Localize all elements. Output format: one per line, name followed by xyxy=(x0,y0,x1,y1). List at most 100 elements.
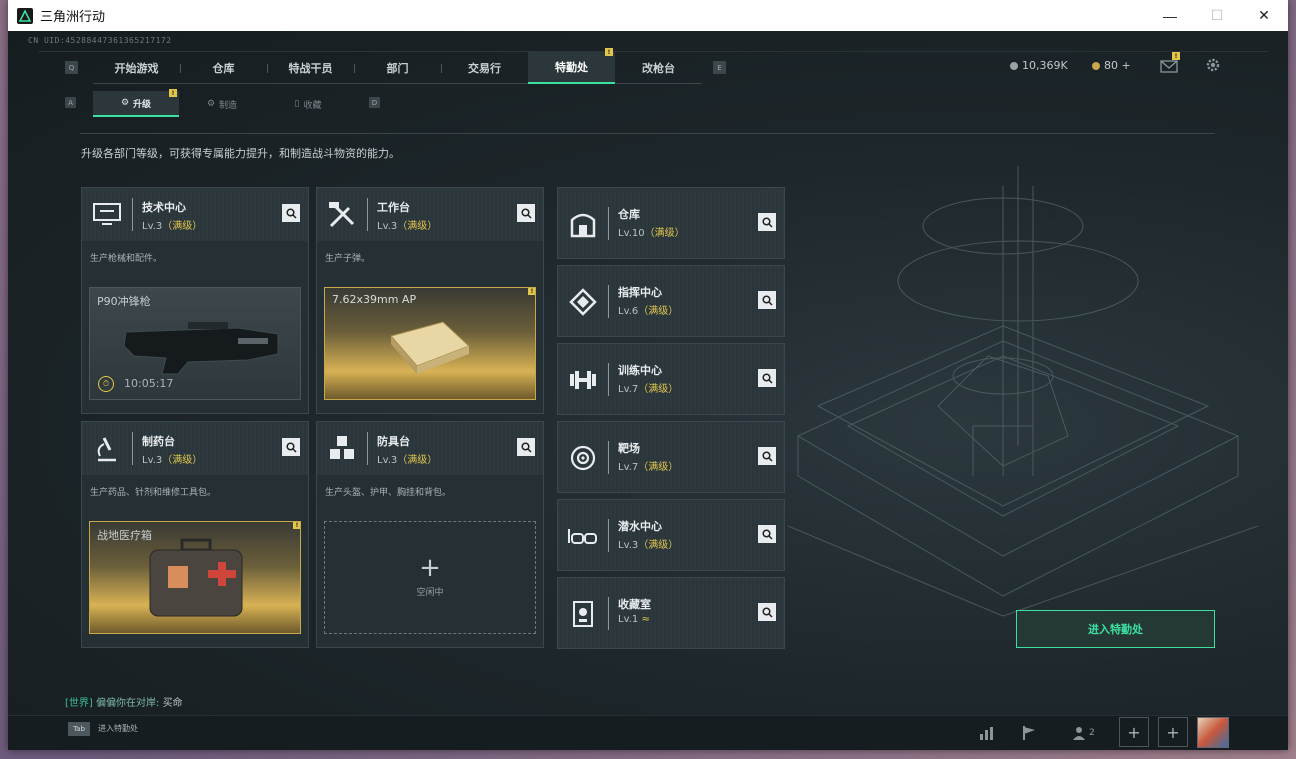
gear-icon[interactable] xyxy=(1205,57,1221,73)
mail-icon[interactable]: ! xyxy=(1160,52,1180,73)
workbench-icon xyxy=(325,198,359,232)
silver-coin-icon xyxy=(1010,61,1018,70)
card-title: 制药台 xyxy=(142,435,175,448)
enter-special-ops-button[interactable]: 进入特勤处 xyxy=(1016,610,1215,648)
close-button[interactable]: ✕ xyxy=(1241,0,1287,31)
card-title: 靶场 xyxy=(618,442,640,455)
card-level: Lv.1 ≈ xyxy=(618,614,650,625)
card-separator xyxy=(132,198,133,231)
add-party-slot-button[interactable]: + xyxy=(1119,717,1149,747)
tech-center-card[interactable]: 技术中心 Lv.3（满级） 生产枪械和配件。 P90冲锋枪 ⏱ 10:05:17 xyxy=(81,187,309,414)
avatar[interactable] xyxy=(1197,717,1229,748)
search-icon xyxy=(761,450,773,462)
command-center-card[interactable]: 指挥中心 Lv.6（满级） xyxy=(557,265,785,337)
card-separator xyxy=(608,285,609,318)
subtab-craft[interactable]: ⚙ 制造 xyxy=(179,91,265,117)
nav-next-key[interactable]: E xyxy=(713,61,726,74)
search-icon xyxy=(520,441,532,453)
card-title: 收藏室 xyxy=(618,598,651,611)
world-chat-line[interactable]: [世界] 偏偏你在对岸: 买命 xyxy=(65,694,183,709)
card-separator xyxy=(608,441,609,474)
warehouse-card[interactable]: 仓库 Lv.10（满级） xyxy=(557,187,785,259)
subtab-craft-label: 制造 xyxy=(219,100,238,111)
empty-production-slot[interactable]: + 空闲中 xyxy=(324,521,536,634)
workbench-card[interactable]: 工作台 Lv.3（满级） 生产子弹。 7.62x39mm AP ! xyxy=(316,187,544,414)
friends-count: 2 xyxy=(1089,728,1095,738)
tab-operators[interactable]: 特战干员 xyxy=(267,52,354,84)
level-value: Lv.3 xyxy=(377,455,398,466)
pharmacy-card[interactable]: 制药台 Lv.3（满级） 生产药品、针剂和维修工具包。 战地医疗箱 ! xyxy=(81,421,309,648)
idle-label: 空闲中 xyxy=(416,588,444,598)
subtab-collection[interactable]: ▯ 收藏 xyxy=(265,91,351,117)
target-icon xyxy=(566,441,600,475)
flag-icon[interactable] xyxy=(1018,722,1040,744)
max-level-tag: （满级） xyxy=(638,540,679,551)
inspect-button[interactable] xyxy=(758,369,776,387)
inspect-button[interactable] xyxy=(758,447,776,465)
card-description: 生产头盔、护甲、胸挂和背包。 xyxy=(325,488,452,498)
tab-special-ops[interactable]: 特勤处 ! xyxy=(528,48,615,84)
tab-key-hint[interactable]: Tab xyxy=(68,722,90,736)
level-value: Lv.3 xyxy=(377,221,398,232)
inspect-button[interactable] xyxy=(758,603,776,621)
production-slot[interactable]: P90冲锋枪 ⏱ 10:05:17 xyxy=(89,287,301,400)
card-title: 仓库 xyxy=(618,208,640,221)
tab-warehouse[interactable]: 仓库 xyxy=(180,52,267,84)
add-party-slot-button[interactable]: + xyxy=(1158,717,1188,747)
subnav-prev-key[interactable]: A xyxy=(65,97,76,108)
main-nav: 开始游戏 仓库 特战干员 部门 交易行 特勤处 ! 改枪台 xyxy=(93,48,702,84)
card-level: Lv.7（满级） xyxy=(618,380,678,395)
shooting-range-card[interactable]: 靶场 Lv.7（满级） xyxy=(557,421,785,493)
inspect-button[interactable] xyxy=(282,438,300,456)
card-level: Lv.3（满级） xyxy=(618,536,678,551)
search-icon xyxy=(761,372,773,384)
training-center-card[interactable]: 训练中心 Lv.7（满级） xyxy=(557,343,785,415)
game-area: CN UID:4528844736136521717​2 xyxy=(8,31,1288,750)
diving-center-card[interactable]: 潜水中心 Lv.3（满级） xyxy=(557,499,785,571)
tab-start-game[interactable]: 开始游戏 xyxy=(93,52,180,84)
card-level: Lv.7（满级） xyxy=(618,458,678,473)
search-icon xyxy=(761,606,773,618)
inspect-button[interactable] xyxy=(517,204,535,222)
chat-sender: 偏偏你在对岸: xyxy=(96,698,160,709)
medkit-image xyxy=(149,538,243,617)
p90-smg-image xyxy=(123,322,279,375)
card-description: 生产枪械和配件。 xyxy=(90,254,163,264)
subnav-next-key[interactable]: D xyxy=(369,97,380,108)
armor-bench-card[interactable]: 防具台 Lv.3（满级） 生产头盔、护甲、胸挂和背包。 + 空闲中 xyxy=(316,421,544,648)
card-separator xyxy=(608,207,609,240)
gold-currency[interactable]: 80 + xyxy=(1092,59,1131,72)
max-level-tag: （满级） xyxy=(162,221,203,232)
stats-icon[interactable] xyxy=(976,722,998,744)
tab-trading[interactable]: 交易行 xyxy=(441,52,528,84)
tab-department[interactable]: 部门 xyxy=(354,52,441,84)
inspect-button[interactable] xyxy=(282,204,300,222)
tab-special-ops-label: 特勤处 xyxy=(555,61,588,74)
nav-prev-key[interactable]: Q xyxy=(65,61,78,74)
production-slot[interactable]: 7.62x39mm AP ! xyxy=(324,287,536,400)
card-title: 防具台 xyxy=(377,435,410,448)
trophy-case-icon xyxy=(566,597,600,631)
collection-icon: ▯ xyxy=(294,99,300,109)
level-value: Lv.7 xyxy=(618,462,639,473)
silver-amount: 10,369K xyxy=(1022,59,1068,72)
bottom-bar: Tab 进入特勤处 2 + + xyxy=(8,715,1288,750)
tab-gunsmith[interactable]: 改枪台 xyxy=(615,52,702,84)
collection-room-card[interactable]: 收藏室 Lv.1 ≈ xyxy=(557,577,785,649)
maximize-button[interactable]: ☐ xyxy=(1194,0,1240,31)
microscope-icon xyxy=(90,432,124,466)
subtab-upgrade[interactable]: ⚙ 升级 ! xyxy=(93,89,179,117)
minimize-button[interactable]: — xyxy=(1147,0,1193,31)
inspect-button[interactable] xyxy=(758,213,776,231)
card-title: 指挥中心 xyxy=(618,286,662,299)
inspect-button[interactable] xyxy=(758,525,776,543)
silver-currency[interactable]: 10,369K xyxy=(1010,59,1068,72)
search-icon xyxy=(285,207,297,219)
inspect-button[interactable] xyxy=(758,291,776,309)
search-icon xyxy=(285,441,297,453)
friends-button[interactable]: 2 xyxy=(1066,722,1102,744)
search-icon xyxy=(520,207,532,219)
card-title: 潜水中心 xyxy=(618,520,662,533)
inspect-button[interactable] xyxy=(517,438,535,456)
production-slot[interactable]: 战地医疗箱 ! xyxy=(89,521,301,634)
